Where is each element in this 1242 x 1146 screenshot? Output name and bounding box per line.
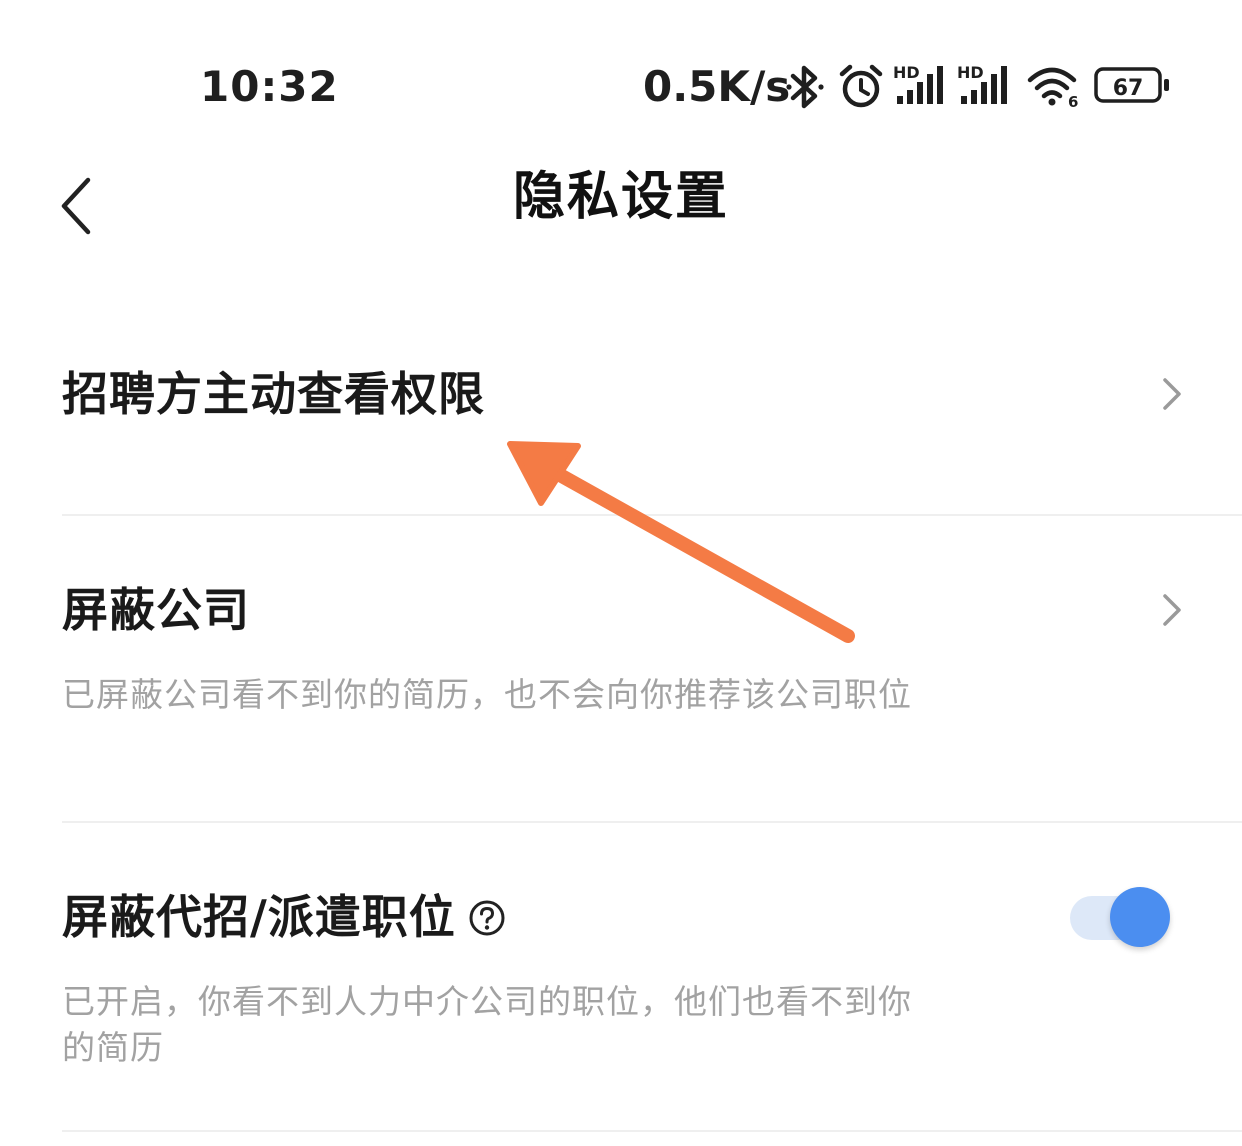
divider bbox=[62, 1130, 1242, 1132]
signal-hd-label: HD bbox=[893, 63, 920, 82]
alarm-icon bbox=[838, 62, 884, 112]
toggle-knob bbox=[1110, 887, 1170, 947]
setting-title: 屏蔽公司 bbox=[62, 583, 250, 637]
chevron-right-icon bbox=[1163, 594, 1181, 626]
battery-icon: 67 bbox=[1094, 66, 1172, 106]
network-speed: 0.5K/s bbox=[643, 62, 791, 111]
setting-title: 招聘方主动查看权限 bbox=[62, 367, 485, 421]
setting-title-row: 屏蔽代招/派遣职位 bbox=[62, 887, 506, 947]
status-bar: 10:32 0.5K/s HD HD 6 67 bbox=[0, 0, 1242, 140]
bluetooth-icon bbox=[784, 62, 826, 112]
battery-level: 67 bbox=[1113, 76, 1144, 101]
setting-recruiter-view-permission[interactable]: 招聘方主动查看权限 bbox=[0, 330, 1242, 515]
setting-description: 已屏蔽公司看不到你的简历，也不会向你推荐该公司职位 bbox=[62, 675, 912, 714]
agency-jobs-toggle[interactable] bbox=[1070, 886, 1180, 950]
page-title: 隐私设置 bbox=[512, 167, 729, 227]
setting-block-companies[interactable]: 屏蔽公司 已屏蔽公司看不到你的简历，也不会向你推荐该公司职位 bbox=[0, 516, 1242, 822]
signal-hd-label: HD bbox=[957, 63, 984, 82]
setting-title: 屏蔽代招/派遣职位 bbox=[62, 890, 456, 944]
question-circle-icon[interactable] bbox=[468, 899, 506, 937]
setting-description: 已开启，你看不到人力中介公司的职位，他们也看不到你的简历 bbox=[62, 982, 912, 1067]
wifi-6-icon: 6 bbox=[1026, 64, 1082, 108]
setting-block-agency-jobs: 屏蔽代招/派遣职位 已开启，你看不到人力中介公司的职位，他们也看不到你的简历 bbox=[0, 823, 1242, 1131]
signal-hd-icon: HD bbox=[957, 62, 1015, 108]
wifi-6-label: 6 bbox=[1068, 93, 1078, 108]
status-time: 10:32 bbox=[200, 62, 339, 111]
chevron-right-icon bbox=[1163, 378, 1181, 410]
signal-hd-icon: HD bbox=[893, 62, 951, 108]
header: 隐私设置 bbox=[0, 150, 1242, 250]
